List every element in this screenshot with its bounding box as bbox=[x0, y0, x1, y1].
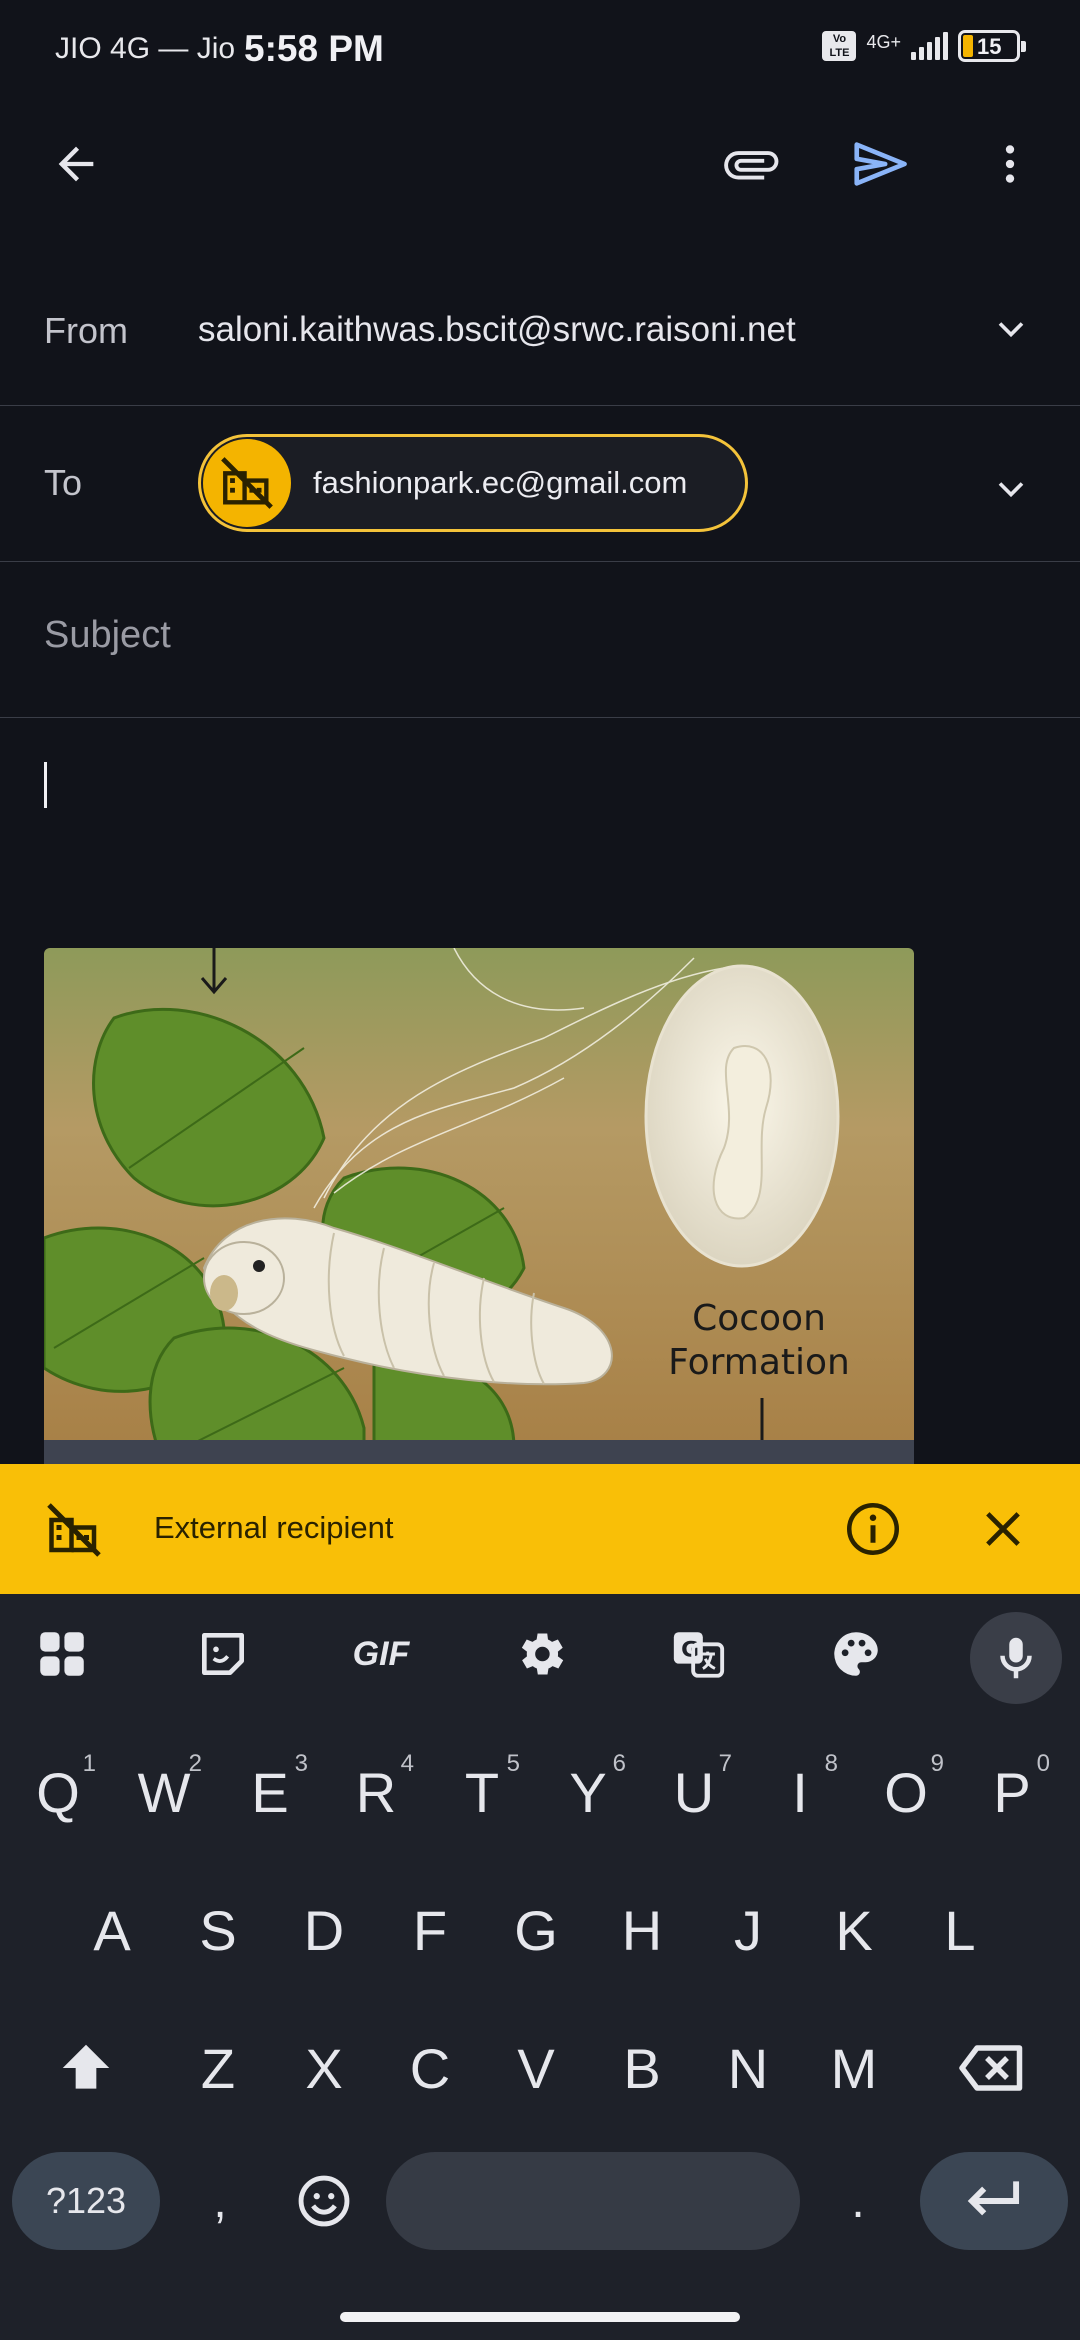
home-indicator[interactable] bbox=[340, 2312, 740, 2322]
key-w[interactable]: W2 bbox=[116, 1732, 212, 1852]
battery-icon: 15 bbox=[958, 30, 1026, 62]
send-button[interactable] bbox=[840, 124, 920, 204]
theme-button[interactable] bbox=[816, 1614, 896, 1694]
info-icon bbox=[847, 1503, 899, 1555]
backspace-key[interactable] bbox=[944, 2008, 1040, 2128]
apps-grid-button[interactable] bbox=[22, 1614, 102, 1694]
back-button[interactable] bbox=[36, 124, 116, 204]
key-n[interactable]: N bbox=[700, 2008, 796, 2128]
battery-level: 15 bbox=[977, 34, 1002, 59]
volte-icon: Vo LTE bbox=[822, 31, 857, 61]
key-b[interactable]: B bbox=[594, 2008, 690, 2128]
emoji-icon bbox=[298, 2175, 350, 2227]
recipient-chip[interactable]: fashionpark.ec@gmail.com bbox=[198, 434, 748, 532]
key-s[interactable]: S bbox=[170, 1870, 266, 1990]
key-g[interactable]: G bbox=[488, 1870, 584, 1990]
comma-key[interactable]: , bbox=[172, 2141, 268, 2261]
image-caption-line1: Cocoon bbox=[692, 1298, 826, 1339]
key-f[interactable]: F bbox=[382, 1870, 478, 1990]
key-p[interactable]: P0 bbox=[964, 1732, 1060, 1852]
network-type: 4G+ bbox=[866, 32, 901, 52]
image-caption-line2: Formation bbox=[668, 1342, 850, 1383]
key-a[interactable]: A bbox=[64, 1870, 160, 1990]
status-bar: JIO 4G — Jio 5:58 PM Vo LTE 4G+ 15 bbox=[0, 0, 1080, 100]
key-v[interactable]: V bbox=[488, 2008, 584, 2128]
translate-icon: G bbox=[673, 1632, 725, 1678]
key-k[interactable]: K bbox=[806, 1870, 902, 1990]
subject-input[interactable]: Subject bbox=[44, 614, 171, 657]
key-d[interactable]: D bbox=[276, 1870, 372, 1990]
close-icon bbox=[986, 1512, 1020, 1546]
sticker-icon bbox=[202, 1633, 245, 1675]
more-options-button[interactable] bbox=[970, 124, 1050, 204]
key-c[interactable]: C bbox=[382, 2008, 478, 2128]
attach-button[interactable] bbox=[710, 124, 790, 204]
key-i[interactable]: I8 bbox=[752, 1732, 848, 1852]
keyboard-toolbar: GIF G bbox=[0, 1594, 1080, 1712]
chevron-down-icon bbox=[998, 482, 1024, 498]
space-bar[interactable] bbox=[386, 2152, 800, 2250]
info-button[interactable] bbox=[836, 1492, 910, 1566]
key-z[interactable]: Z bbox=[170, 2008, 266, 2128]
symbols-key[interactable]: ?123 bbox=[12, 2152, 160, 2250]
palette-icon bbox=[834, 1632, 878, 1676]
key-h[interactable]: H bbox=[594, 1870, 690, 1990]
back-arrow-icon bbox=[58, 146, 94, 182]
from-row: From saloni.kaithwas.bscit@srwc.raisoni.… bbox=[0, 270, 1080, 406]
external-recipient-text: External recipient bbox=[154, 1510, 394, 1545]
key-r[interactable]: R4 bbox=[328, 1732, 424, 1852]
image-footer-bar bbox=[44, 1440, 914, 1464]
enter-key[interactable] bbox=[920, 2152, 1068, 2250]
chevron-down-icon bbox=[998, 322, 1024, 338]
paperclip-icon bbox=[724, 151, 779, 180]
to-label: To bbox=[44, 462, 83, 503]
domain-disabled-icon bbox=[47, 1503, 101, 1557]
key-u[interactable]: U7 bbox=[646, 1732, 742, 1852]
recipient-email: fashionpark.ec@gmail.com bbox=[313, 465, 688, 500]
dismiss-banner-button[interactable] bbox=[966, 1492, 1040, 1566]
period-key[interactable]: . bbox=[810, 2141, 906, 2261]
gif-button[interactable]: GIF bbox=[341, 1614, 421, 1694]
to-expand-button[interactable] bbox=[976, 454, 1046, 524]
body-input[interactable] bbox=[0, 720, 1080, 920]
gear-icon bbox=[521, 1633, 564, 1675]
keyboard-settings-button[interactable] bbox=[500, 1614, 580, 1694]
status-icons: Vo LTE 4G+ 15 bbox=[822, 30, 1026, 62]
enter-icon bbox=[967, 2181, 1020, 2216]
send-icon bbox=[854, 142, 907, 186]
keyboard: GIF G Q1 W2 E3 R4 T5 Y6 U7 I8 O9 P0 A S … bbox=[0, 1594, 1080, 2340]
recipient-avatar bbox=[203, 439, 291, 527]
key-y[interactable]: Y6 bbox=[540, 1732, 636, 1852]
key-t[interactable]: T5 bbox=[434, 1732, 530, 1852]
external-recipient-banner: External recipient bbox=[0, 1464, 1080, 1594]
key-m[interactable]: M bbox=[806, 2008, 902, 2128]
voice-input-button[interactable] bbox=[970, 1612, 1062, 1704]
svg-text:G: G bbox=[681, 1637, 699, 1662]
embedded-image[interactable]: Cocoon Formation bbox=[44, 948, 914, 1464]
sticker-button[interactable] bbox=[183, 1614, 263, 1694]
from-address[interactable]: saloni.kaithwas.bscit@srwc.raisoni.net bbox=[198, 310, 796, 350]
signal-icon bbox=[911, 32, 948, 60]
key-j[interactable]: J bbox=[700, 1870, 796, 1990]
key-q[interactable]: Q1 bbox=[10, 1732, 106, 1852]
key-e[interactable]: E3 bbox=[222, 1732, 318, 1852]
shift-key[interactable] bbox=[38, 2008, 134, 2128]
shift-icon bbox=[62, 2044, 110, 2089]
backspace-icon bbox=[959, 2045, 1023, 2091]
apps-grid-icon bbox=[40, 1632, 84, 1676]
carrier-label: JIO 4G — Jio bbox=[55, 32, 236, 65]
compose-toolbar bbox=[0, 120, 1080, 210]
emoji-key[interactable] bbox=[276, 2141, 372, 2261]
domain-disabled-icon bbox=[221, 457, 273, 509]
from-label: From bbox=[44, 310, 128, 351]
key-x[interactable]: X bbox=[276, 2008, 372, 2128]
status-time: 5:58 PM bbox=[244, 28, 384, 69]
translate-button[interactable]: G bbox=[658, 1614, 738, 1694]
key-o[interactable]: O9 bbox=[858, 1732, 954, 1852]
key-l[interactable]: L bbox=[912, 1870, 1008, 1990]
more-vert-icon bbox=[1005, 145, 1015, 183]
from-expand-button[interactable] bbox=[976, 294, 1046, 364]
microphone-icon bbox=[1000, 1637, 1032, 1679]
silkworm-illustration: Cocoon Formation bbox=[44, 948, 914, 1464]
